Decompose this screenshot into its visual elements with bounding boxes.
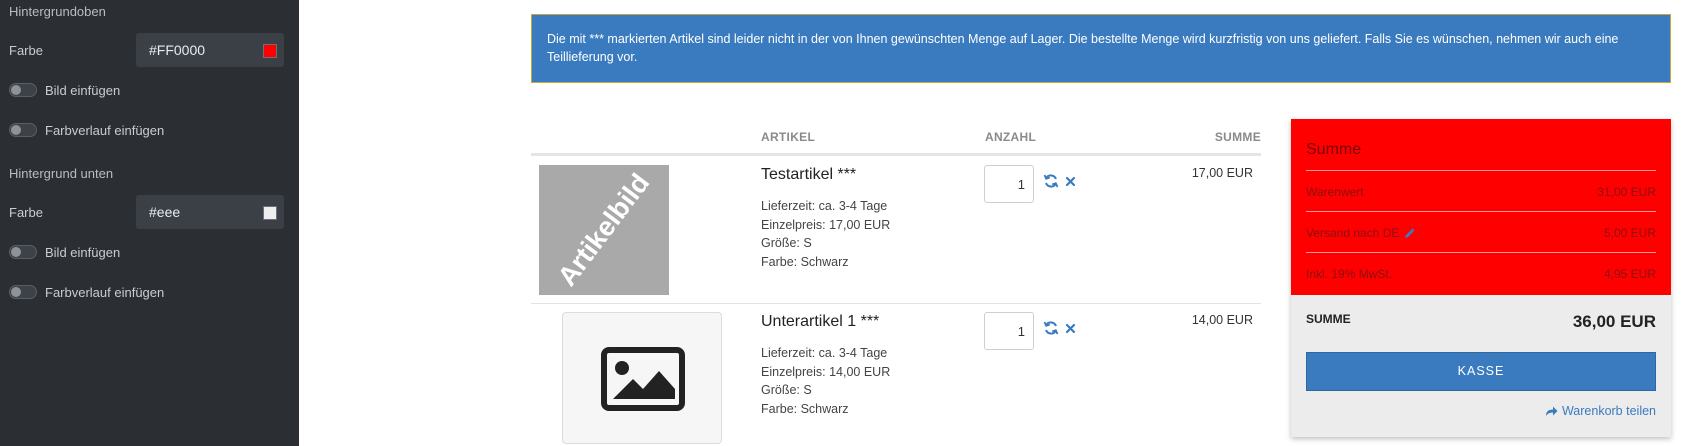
item-delivery: Lieferzeit: ca. 3-4 Tage — [761, 346, 888, 360]
color-swatch-bottom[interactable] — [263, 206, 277, 220]
item-name[interactable]: Testartikel *** — [761, 166, 856, 184]
item-size: Größe: S — [761, 236, 812, 250]
toggle-switch[interactable] — [9, 83, 37, 97]
article-image[interactable]: Artikelbild — [539, 165, 669, 295]
color-label-bottom: Farbe — [9, 205, 43, 220]
refresh-icon[interactable] — [1043, 320, 1059, 336]
summary-title: Summe — [1306, 141, 1362, 158]
item-total: 17,00 EUR — [1191, 166, 1253, 180]
item-details: Lieferzeit: ca. 3-4 Tage Einzelpreis: 14… — [761, 344, 890, 418]
toggle-gradient-top[interactable]: Farbverlauf einfügen — [9, 121, 164, 139]
divider — [1306, 252, 1656, 253]
summary-top-section: Summe Warenwert 31,00 EUR Versand nach D… — [1291, 119, 1671, 295]
cart-table-header: ARTIKEL ANZAHL SUMME — [531, 122, 1261, 156]
section-heading-top: Hintergrundoben — [9, 4, 106, 19]
item-name[interactable]: Unterartikel 1 *** — [761, 313, 879, 331]
item-color: Farbe: Schwarz — [761, 254, 849, 269]
summary-label-vat: Inkl. 19% MwSt. — [1306, 267, 1393, 281]
divider — [1306, 211, 1656, 212]
toggle-label: Bild einfügen — [45, 244, 121, 260]
remove-icon[interactable] — [1064, 173, 1078, 189]
item-delivery: Lieferzeit: ca. 3-4 Tage — [761, 199, 888, 213]
page: Hintergrundoben Farbe #FF0000 Bild einfü… — [0, 0, 1682, 446]
remove-icon[interactable] — [1064, 320, 1078, 336]
item-color: Farbe: Schwarz — [761, 401, 849, 416]
order-summary: Summe Warenwert 31,00 EUR Versand nach D… — [1291, 119, 1671, 437]
article-image-text: Artikelbild — [551, 167, 656, 292]
header-article: ARTIKEL — [761, 130, 816, 144]
item-details: Lieferzeit: ca. 3-4 Tage Einzelpreis: 17… — [761, 197, 890, 271]
section-heading-bottom: Hintergrund unten — [9, 166, 114, 181]
item-unit-price: Einzelpreis: 14,00 EUR — [761, 364, 891, 379]
color-swatch-top[interactable] — [263, 44, 277, 58]
toggle-switch[interactable] — [9, 245, 37, 259]
summary-value-goods: 31,00 EUR — [1597, 185, 1656, 199]
toggle-image-bottom[interactable]: Bild einfügen — [9, 243, 120, 261]
color-label-top: Farbe — [9, 43, 43, 58]
article-image-placeholder[interactable] — [562, 312, 722, 444]
row-divider — [531, 303, 1261, 304]
header-quantity: ANZAHL — [985, 130, 1037, 144]
checkout-button[interactable]: KASSE — [1306, 352, 1656, 391]
toggle-label: Farbverlauf einfügen — [45, 284, 165, 300]
toggle-switch[interactable] — [9, 123, 37, 137]
summary-label-goods: Warenwert — [1306, 185, 1364, 199]
share-cart-link[interactable]: Warenkorb teilen — [1545, 404, 1656, 418]
style-sidebar: Hintergrundoben Farbe #FF0000 Bild einfü… — [0, 0, 299, 446]
quantity-input[interactable]: 1 — [984, 165, 1034, 203]
color-value-top: #FF0000 — [149, 42, 206, 58]
summary-label-shipping: Versand nach DE — [1306, 226, 1400, 240]
color-value-bottom: #eee — [149, 204, 181, 220]
toggle-gradient-bottom[interactable]: Farbverlauf einfügen — [9, 283, 164, 301]
divider — [1306, 170, 1656, 171]
total-label: SUMME — [1306, 312, 1351, 326]
item-unit-price: Einzelpreis: 17,00 EUR — [761, 217, 891, 232]
quantity-input[interactable]: 1 — [984, 312, 1034, 350]
color-input-top[interactable]: #FF0000 — [136, 33, 284, 67]
header-sum: SUMME — [1214, 130, 1261, 144]
toggle-label: Farbverlauf einfügen — [45, 122, 165, 138]
toggle-label: Bild einfügen — [45, 82, 121, 98]
toggle-switch[interactable] — [9, 285, 37, 299]
image-placeholder-icon — [601, 347, 685, 411]
quantity-value: 1 — [1017, 177, 1025, 192]
quantity-value: 1 — [1017, 324, 1025, 339]
refresh-icon[interactable] — [1043, 173, 1059, 189]
summary-value-vat: 4,95 EUR — [1603, 267, 1656, 281]
color-input-bottom[interactable]: #eee — [136, 195, 284, 229]
toggle-image-top[interactable]: Bild einfügen — [9, 81, 120, 99]
summary-value-shipping: 5,00 EUR — [1603, 226, 1656, 240]
pencil-icon[interactable] — [1404, 227, 1416, 239]
total-value: 36,00 EUR — [1572, 312, 1656, 331]
stock-alert: Die mit *** markierten Artikel sind leid… — [531, 14, 1671, 83]
summary-label-shipping-wrap[interactable]: Versand nach DE — [1306, 226, 1416, 240]
item-size: Größe: S — [761, 383, 812, 397]
share-cart-label: Warenkorb teilen — [1561, 404, 1656, 418]
item-total: 14,00 EUR — [1191, 313, 1253, 327]
share-arrow-icon — [1545, 406, 1558, 416]
